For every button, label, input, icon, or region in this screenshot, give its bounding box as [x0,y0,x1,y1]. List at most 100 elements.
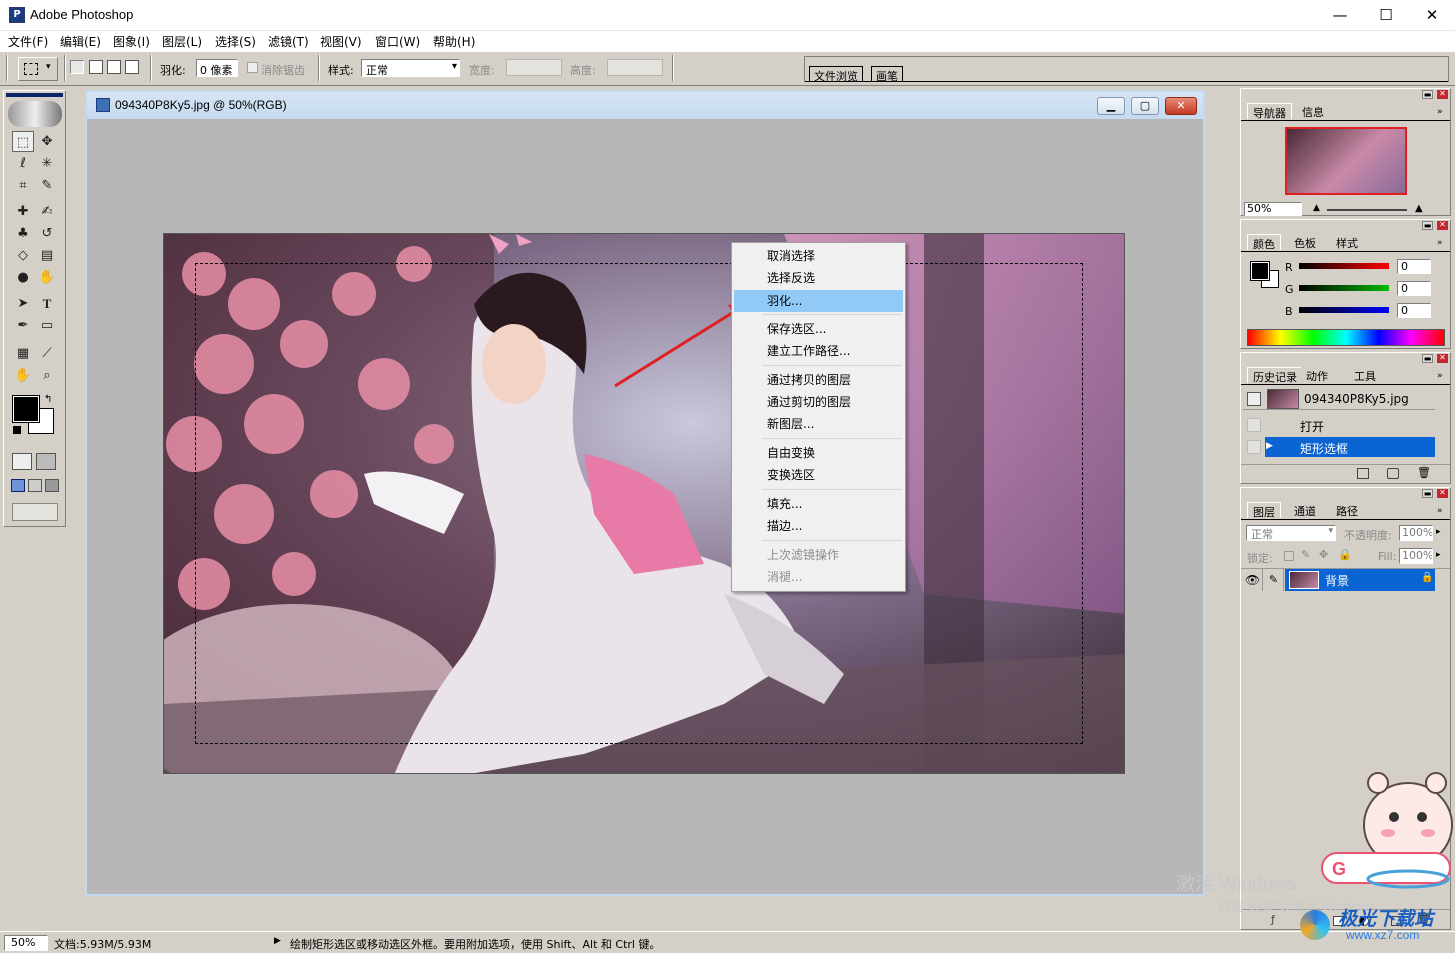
adobe-feather-icon[interactable] [8,101,62,127]
lasso-tool-icon[interactable]: ℓ [12,153,34,174]
tab-tool-presets[interactable]: 工具 [1349,367,1381,383]
tab-file-browser[interactable]: 文件浏览 [809,66,863,83]
menu-item-layer-via-copy[interactable]: 通过拷贝的图层 [734,369,903,391]
add-selection-icon[interactable] [89,60,103,74]
history-brush-source-icon[interactable] [1247,418,1261,432]
type-tool-icon[interactable]: T [36,293,58,314]
zoom-out-icon[interactable]: ▲ [1313,203,1320,213]
doc-maximize-button[interactable]: ▢ [1131,97,1159,115]
channel-r-slider[interactable] [1299,263,1389,269]
menu-window[interactable]: 窗口(W) [375,33,420,50]
minimize-palette-icon[interactable]: ▬ [1422,354,1433,363]
menu-view[interactable]: 视图(V) [320,33,362,50]
path-select-icon[interactable]: ➤ [12,293,34,314]
feather-input[interactable]: 0 像素 [196,59,238,77]
palette-menu-icon[interactable]: » [1437,238,1443,248]
magic-wand-icon[interactable]: ✳ [36,153,58,174]
menu-item-fill[interactable]: 填充... [734,493,903,515]
zoom-in-icon[interactable]: ▲ [1415,203,1423,214]
close-palette-icon[interactable]: ✕ [1437,354,1448,363]
screen-mode-menu-icon[interactable] [28,479,42,492]
palette-menu-icon[interactable]: » [1437,371,1443,381]
navigator-zoom-input[interactable]: 50% [1244,202,1302,216]
eyedropper-icon[interactable]: ⟋ [36,343,58,364]
eraser-tool-icon[interactable]: ◇ [12,245,34,266]
tab-paths[interactable]: 路径 [1331,502,1363,518]
menu-filter[interactable]: 滤镜(T) [268,33,309,50]
menu-image[interactable]: 图象(I) [113,33,150,50]
menu-file[interactable]: 文件(F) [8,33,48,50]
minimize-button[interactable]: — [1317,0,1363,31]
minimize-palette-icon[interactable]: ▬ [1422,221,1433,230]
status-arrow-icon[interactable]: ▶ [274,936,281,946]
tab-info[interactable]: 信息 [1297,103,1329,119]
dodge-tool-icon[interactable]: ✋ [36,267,58,288]
palette-menu-icon[interactable]: » [1437,107,1443,117]
menu-item-layer-via-cut[interactable]: 通过剪切的图层 [734,391,903,413]
menu-item-deselect[interactable]: 取消选择 [734,245,903,267]
close-palette-icon[interactable]: ✕ [1437,489,1448,498]
menu-item-free-transform[interactable]: 自由变换 [734,442,903,464]
eye-icon[interactable]: 👁 [1243,569,1263,591]
menu-item-new-layer[interactable]: 新图层... [734,413,903,435]
history-brush-source-icon[interactable] [1247,392,1261,406]
tab-layers[interactable]: 图层 [1247,502,1281,519]
chevron-right-icon[interactable]: ▸ [1436,550,1441,560]
crop-tool-icon[interactable]: ⌗ [12,175,34,196]
tab-actions[interactable]: 动作 [1301,367,1333,383]
history-item-active[interactable]: 矩形选框 [1265,437,1435,457]
default-colors-icon[interactable] [13,426,21,434]
shape-tool-icon[interactable]: ▭ [36,315,58,336]
close-button[interactable]: ✕ [1409,0,1455,31]
jump-to-imageready-icon[interactable] [12,503,58,521]
healing-brush-icon[interactable]: ✚ [12,201,34,222]
intersect-selection-icon[interactable] [125,60,139,74]
doc-close-button[interactable]: ✕ [1165,97,1197,115]
screen-mode-standard-icon[interactable] [11,479,25,492]
history-brush-source-icon[interactable] [1247,440,1261,454]
gradient-tool-icon[interactable]: ▤ [36,245,58,266]
lock-pixels-icon[interactable]: ✎ [1301,548,1310,561]
channel-b-slider[interactable] [1299,307,1389,313]
menu-edit[interactable]: 编辑(E) [60,33,101,50]
menu-item-select-inverse[interactable]: 选择反选 [734,267,903,289]
style-select[interactable]: 正常 ▾ [361,59,460,77]
blend-mode-select[interactable]: 正常 ▾ [1246,525,1336,541]
tab-swatches[interactable]: 色板 [1289,234,1321,250]
brush-link-icon[interactable]: ✎ [1264,569,1284,591]
lock-all-icon[interactable]: 🔒 [1338,548,1352,561]
color-ramp[interactable] [1247,329,1445,346]
tab-brushes[interactable]: 画笔 [871,66,903,83]
standard-mode-icon[interactable] [12,453,32,470]
swap-colors-icon[interactable]: ↰ [44,394,52,405]
menu-item-make-work-path[interactable]: 建立工作路径... [734,340,903,362]
tab-styles[interactable]: 样式 [1331,234,1363,250]
zoom-slider[interactable] [1327,209,1407,211]
rect-marquee-tool-icon[interactable]: ⬚ [12,131,34,152]
palette-menu-icon[interactable]: » [1437,506,1443,516]
foreground-color-swatch[interactable] [1250,261,1270,281]
menu-help[interactable]: 帮助(H) [433,33,475,50]
trash-icon[interactable]: 🗑 [1417,466,1431,479]
tab-navigator[interactable]: 导航器 [1247,103,1292,120]
lock-position-icon[interactable]: ✥ [1319,548,1328,561]
lock-transparency-icon[interactable] [1284,551,1294,561]
close-palette-icon[interactable]: ✕ [1437,90,1448,99]
menu-item-transform-selection[interactable]: 变换选区 [734,464,903,486]
zoom-tool-icon[interactable]: ⌕ [36,365,58,386]
move-tool-icon[interactable]: ✥ [36,131,58,152]
pen-tool-icon[interactable]: ✒ [12,315,34,336]
minimize-palette-icon[interactable]: ▬ [1422,90,1433,99]
channel-r-input[interactable]: 0 [1397,259,1431,274]
channel-g-input[interactable]: 0 [1397,281,1431,296]
slice-tool-icon[interactable]: ✎ [36,175,58,196]
antialias-checkbox[interactable] [247,62,258,73]
opacity-input[interactable]: 100% [1399,525,1433,541]
history-snapshot[interactable]: 094340P8Ky5.jpg [1243,388,1435,410]
quick-mask-icon[interactable] [36,453,56,470]
channel-b-input[interactable]: 0 [1397,303,1431,318]
subtract-selection-icon[interactable] [107,60,121,74]
close-palette-icon[interactable]: ✕ [1437,221,1448,230]
history-brush-icon[interactable]: ↺ [36,223,58,244]
minimize-palette-icon[interactable]: ▬ [1422,489,1433,498]
